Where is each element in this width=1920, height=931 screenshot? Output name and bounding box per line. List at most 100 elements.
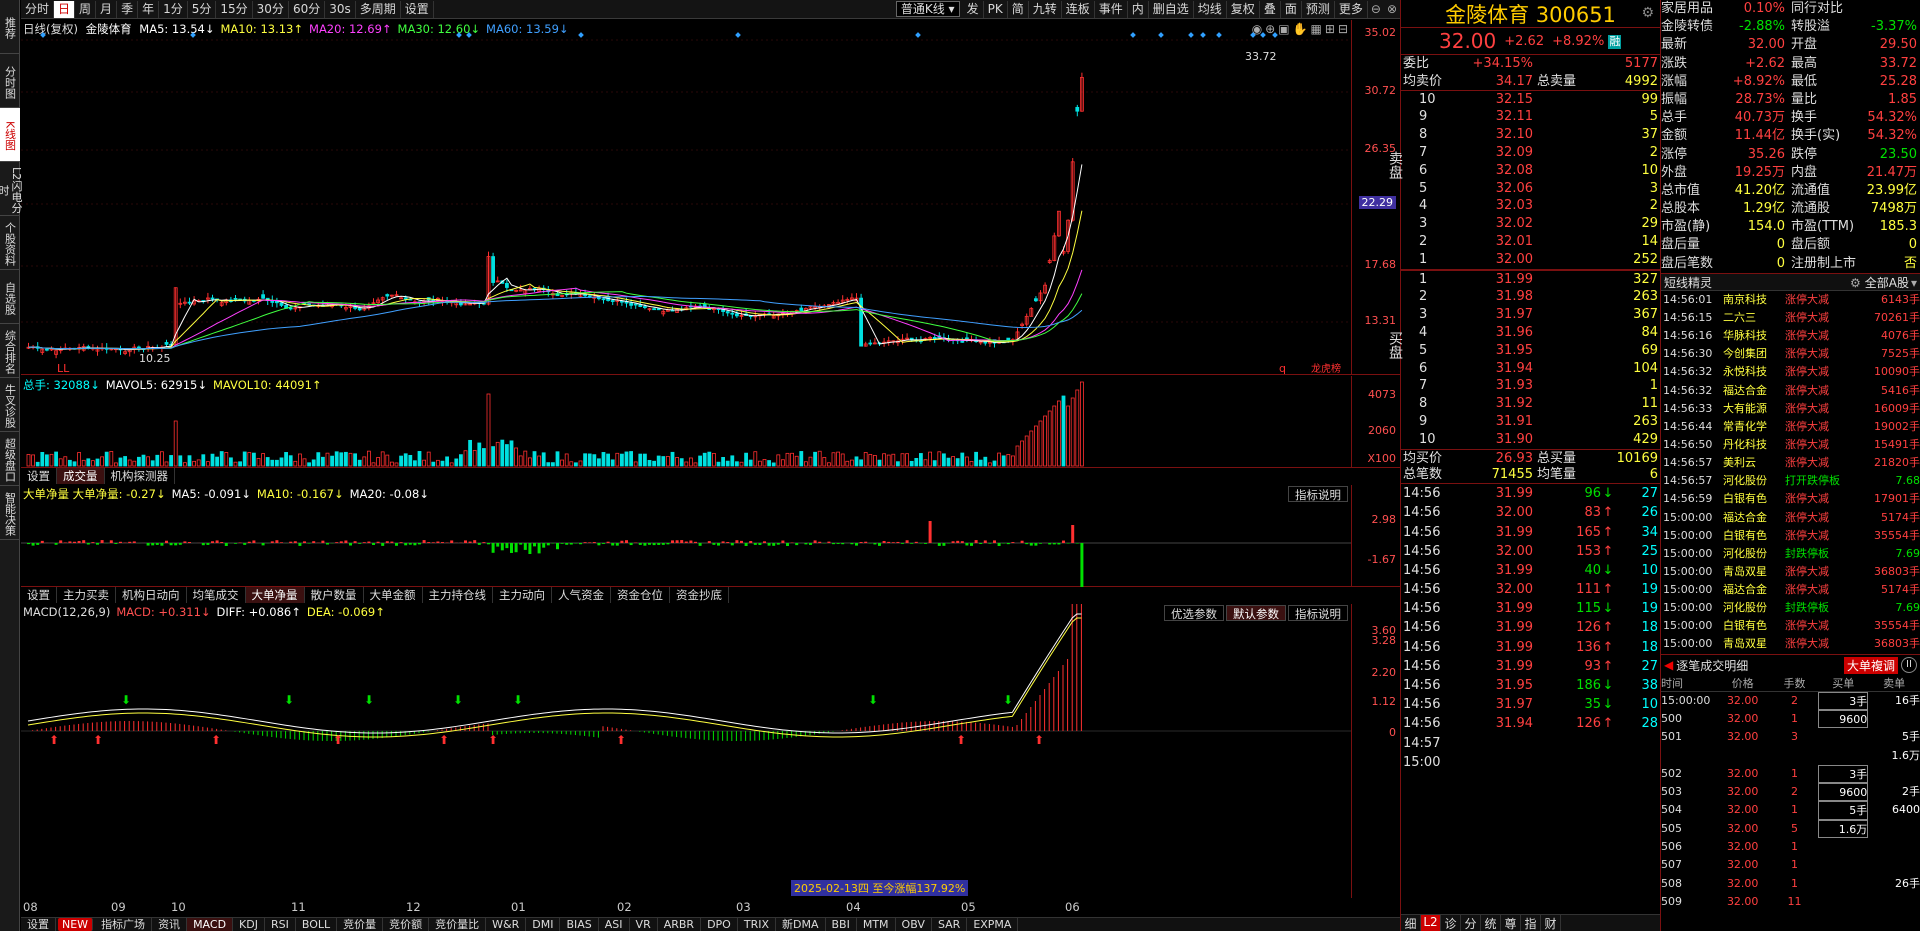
indicator-tab-22[interactable]: OBV bbox=[896, 918, 932, 931]
indicator-tab-6[interactable]: RSI bbox=[265, 918, 296, 931]
tick-row[interactable]: 14:56 31.99 93 ↑ 27 bbox=[1401, 657, 1660, 676]
tabs2-tab-4[interactable]: 大单净量 bbox=[245, 587, 305, 603]
tick-row[interactable]: 14:56 31.99 115 ↓ 19 bbox=[1401, 599, 1660, 618]
tool-10[interactable]: 叠 bbox=[1260, 0, 1281, 18]
tabs2-tab-6[interactable]: 大单金额 bbox=[364, 587, 423, 603]
short-sprite-row[interactable]: 14:56:57 河化股份 打开跌停板 7.68 bbox=[1661, 472, 1920, 490]
indicator-tab-14[interactable]: ASI bbox=[599, 918, 630, 931]
period-3[interactable]: 月 bbox=[96, 0, 118, 18]
period-7[interactable]: 5分 bbox=[188, 0, 217, 18]
indicator-tab-20[interactable]: BBI bbox=[826, 918, 857, 931]
tool-11[interactable]: 面 bbox=[1281, 0, 1302, 18]
event-marker[interactable] bbox=[1130, 32, 1136, 38]
tool-5[interactable]: 事件 bbox=[1095, 0, 1128, 18]
short-sprite-row[interactable]: 14:56:50 丹化科技 涨停大减 15491手 bbox=[1661, 436, 1920, 454]
quote-tab-1[interactable]: L2 bbox=[1421, 915, 1441, 931]
left-tab-2[interactable]: K线图 bbox=[0, 108, 20, 162]
tool-6[interactable]: 内 bbox=[1128, 0, 1149, 18]
pause-icon[interactable]: II bbox=[1901, 657, 1917, 674]
period-2[interactable]: 周 bbox=[75, 0, 97, 18]
tool-2[interactable]: 简 bbox=[1008, 0, 1029, 18]
left-tab-5[interactable]: 自选股 bbox=[0, 270, 20, 324]
short-sprite-list[interactable]: 14:56:01 南京科技 涨停大减 6143手 14:56:15 二六三 涨停大减 7026… bbox=[1661, 291, 1920, 654]
period-5[interactable]: 年 bbox=[138, 0, 160, 18]
short-sprite-row[interactable]: 15:00:00 河化股份 封跌停板 7.69 bbox=[1661, 599, 1920, 617]
period-13[interactable]: 设置 bbox=[401, 0, 434, 18]
event-marker[interactable] bbox=[1216, 32, 1222, 38]
book-row[interactable]: 5 31.95 69 bbox=[1401, 342, 1660, 360]
indicator-tab-3[interactable]: 资讯 bbox=[152, 918, 188, 931]
indicator-tab-18[interactable]: TRIX bbox=[738, 918, 776, 931]
tabs2-tab-10[interactable]: 资金仓位 bbox=[611, 587, 670, 603]
short-sprite-row[interactable]: 15:00:00 福达合金 涨停大减 5174手 bbox=[1661, 581, 1920, 599]
period-11[interactable]: 30s bbox=[325, 0, 356, 18]
tool-1[interactable]: PK bbox=[984, 0, 1008, 18]
tool-12[interactable]: 预测 bbox=[1302, 0, 1335, 18]
trade-row[interactable]: 501 32.00 3 5手 bbox=[1661, 728, 1920, 746]
left-tab-6[interactable]: 综合排名 bbox=[0, 324, 20, 378]
indicator-tab-5[interactable]: KDJ bbox=[233, 918, 265, 931]
trade-row[interactable]: 15:00:00 32.00 2 3手 16手 bbox=[1661, 691, 1920, 710]
kline-canvas[interactable]: 33.72 10.25 LL q 龙虎榜 bbox=[21, 20, 1351, 375]
tabs2-tab-7[interactable]: 主力持仓线 bbox=[423, 587, 493, 603]
quote-tab-5[interactable]: 尊 bbox=[1501, 915, 1521, 931]
tick-row[interactable]: 14:56 32.00 83 ↑ 26 bbox=[1401, 503, 1660, 522]
short-sprite-row[interactable]: 15:00:00 白银有色 涨停大减 35554手 bbox=[1661, 617, 1920, 635]
tabs2-tab-5[interactable]: 散户数量 bbox=[305, 587, 364, 603]
tick-row[interactable]: 14:56 32.00 111 ↑ 19 bbox=[1401, 580, 1660, 599]
indicator-tab-1[interactable]: NEW bbox=[58, 918, 94, 931]
tabs2-tab-3[interactable]: 均笔成交 bbox=[187, 587, 246, 603]
tool-8[interactable]: 均线 bbox=[1194, 0, 1227, 18]
big-order-button[interactable]: 大单複调 bbox=[1843, 656, 1898, 674]
left-tab-4[interactable]: 个股资料 bbox=[0, 216, 20, 270]
book-row[interactable]: 9 32.11 5 bbox=[1401, 108, 1660, 126]
indicator-tab-0[interactable]: 设置 bbox=[21, 918, 56, 931]
short-sprite-row[interactable]: 15:00:00 河化股份 封跌停板 7.69 bbox=[1661, 545, 1920, 563]
event-marker[interactable] bbox=[456, 32, 462, 38]
period-12[interactable]: 多周期 bbox=[356, 0, 401, 18]
trade-row[interactable]: 1.6万 bbox=[1661, 747, 1920, 765]
short-sprite-row[interactable]: 14:56:44 常青化学 涨停大减 19002手 bbox=[1661, 418, 1920, 436]
period-10[interactable]: 60分 bbox=[289, 0, 326, 18]
period-6[interactable]: 1分 bbox=[159, 0, 188, 18]
tabs1-tab-1[interactable]: 成交量 bbox=[57, 468, 105, 484]
book-row[interactable]: 1 32.00 252 bbox=[1401, 251, 1660, 269]
tick-row[interactable]: 14:56 32.00 153 ↑ 25 bbox=[1401, 542, 1660, 561]
indicator-tab-19[interactable]: 新DMA bbox=[776, 918, 826, 931]
tick-row[interactable]: 14:56 31.99 136 ↑ 18 bbox=[1401, 638, 1660, 657]
trade-row[interactable]: 509 32.00 11 bbox=[1661, 893, 1920, 911]
trade-detail-list[interactable]: 15:00:00 32.00 2 3手 16手 500 32.00 1 9600 501 32.00… bbox=[1661, 691, 1920, 931]
short-sprite-row[interactable]: 14:56:59 白银有色 涨停大减 17901手 bbox=[1661, 490, 1920, 508]
quote-tab-7[interactable]: 财 bbox=[1541, 915, 1561, 931]
tool-0[interactable]: 发 bbox=[963, 0, 984, 18]
indicator-tab-23[interactable]: SAR bbox=[932, 918, 968, 931]
short-sprite-row[interactable]: 14:56:32 永悦科技 涨停大减 10090手 bbox=[1661, 363, 1920, 381]
period-4[interactable]: 季 bbox=[117, 0, 139, 18]
left-tab-3[interactable]: L2闪电分时 bbox=[0, 162, 23, 216]
period-8[interactable]: 15分 bbox=[216, 0, 253, 18]
short-sprite-row[interactable]: 14:56:16 华脉科技 涨停大减 4076手 bbox=[1661, 327, 1920, 345]
book-row[interactable]: 7 31.93 1 bbox=[1401, 377, 1660, 395]
tabs1-tab-0[interactable]: 设置 bbox=[21, 468, 57, 484]
tick-row[interactable]: 15:00 bbox=[1401, 753, 1660, 772]
book-row[interactable]: 6 32.08 10 bbox=[1401, 162, 1660, 180]
short-sprite-row[interactable]: 15:00:00 白银有色 涨停大减 35554手 bbox=[1661, 527, 1920, 545]
quote-tab-4[interactable]: 统 bbox=[1481, 915, 1501, 931]
tabs2-tab-1[interactable]: 主力买卖 bbox=[57, 587, 116, 603]
trade-row[interactable]: 505 32.00 5 1.6万 bbox=[1661, 819, 1920, 838]
tool-7[interactable]: 删自选 bbox=[1149, 0, 1194, 18]
indicator-tab-7[interactable]: BOLL bbox=[296, 918, 338, 931]
tool-9[interactable]: 复权 bbox=[1227, 0, 1260, 18]
short-sprite-scope[interactable]: 全部A股 bbox=[1865, 274, 1909, 290]
indicator-tab-13[interactable]: BIAS bbox=[560, 918, 599, 931]
left-tab-7[interactable]: 牛叉诊股 bbox=[0, 378, 20, 432]
short-sprite-row[interactable]: 15:00:00 青岛双星 涨停大减 36803手 bbox=[1661, 635, 1920, 653]
tick-row[interactable]: 14:56 31.99 40 ↓ 10 bbox=[1401, 561, 1660, 580]
event-marker[interactable] bbox=[466, 32, 472, 38]
short-sprite-row[interactable]: 14:56:57 美利云 涨停大减 21820手 bbox=[1661, 454, 1920, 472]
book-row[interactable]: 10 31.90 429 bbox=[1401, 431, 1660, 449]
tabs1-tab-2[interactable]: 机构探测器 bbox=[105, 468, 175, 484]
quote-tab-0[interactable]: 细 bbox=[1401, 915, 1421, 931]
left-tab-8[interactable]: 超级盘口 bbox=[0, 432, 20, 486]
tool-3[interactable]: 九转 bbox=[1029, 0, 1062, 18]
